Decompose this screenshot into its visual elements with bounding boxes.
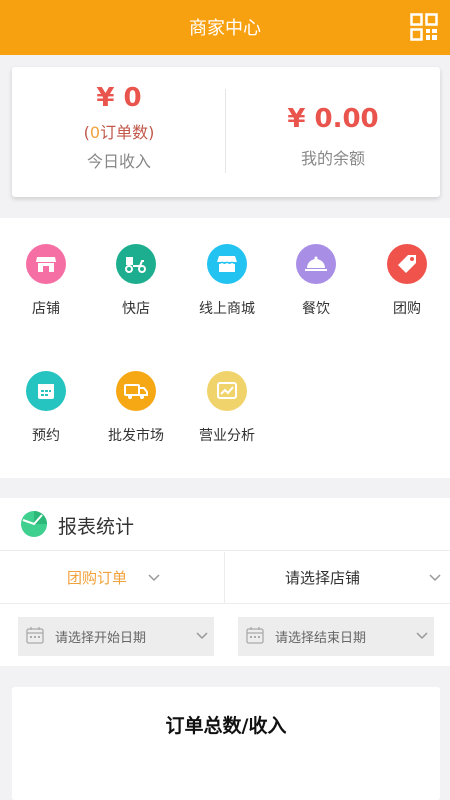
grid-label: 预约 [32,428,60,444]
grid-label: 营业分析 [199,428,255,444]
today-income[interactable]: ¥ 0 (0订单数) 今日收入 [12,67,226,197]
truck-icon [116,371,156,411]
order-income-chart-card: 订单总数/收入 [12,687,440,800]
my-balance[interactable]: ¥ 0.00 我的余额 [226,67,440,197]
grid-label: 线上商城 [199,301,255,317]
grid-label: 店铺 [32,301,60,317]
today-income-label: 今日收入 [86,152,151,171]
balance-amount: ¥ 0.00 [287,104,379,134]
end-date-placeholder: 请选择结束日期 [275,631,367,646]
order-count-value: 0 [89,123,101,142]
today-income-amount: ¥ 0 [96,83,142,113]
page-title: 商家中心 [189,18,261,39]
start-date-placeholder: 请选择开始日期 [55,631,147,646]
pie-chart-icon [21,511,47,537]
calendar-icon [246,627,264,644]
start-date-picker[interactable]: 请选择开始日期 [18,617,214,656]
grid-item-business-analysis[interactable]: 营业分析 [182,371,272,445]
end-date-picker[interactable]: 请选择结束日期 [238,617,434,656]
report-header: 报表统计 [0,498,450,551]
delivery-bike-icon [116,244,156,284]
income-summary-card: ¥ 0 (0订单数) 今日收入 ¥ 0.00 我的余额 [12,67,440,197]
store-icon [26,244,66,284]
grid-item-wholesale[interactable]: 批发市场 [91,371,181,445]
grid-label: 团购 [393,301,421,317]
order-type-value: 团购订单 [67,569,128,587]
report-title: 报表统计 [58,516,135,538]
store-select[interactable]: 请选择店铺 [226,552,450,603]
function-grid: 店铺 快店 线上商城 餐饮 团购 预约 批发市场 营业分析 [0,218,450,478]
balance-label: 我的余额 [300,149,365,168]
chevron-down-icon [416,632,428,640]
chevron-down-icon [148,574,160,582]
chevron-down-icon [429,574,441,582]
app-header: 商家中心 [0,0,450,55]
grid-item-group-buy[interactable]: 团购 [362,244,450,318]
dish-cloche-icon [296,244,336,284]
analytics-chart-icon [207,371,247,411]
report-filter-row: 团购订单 请选择店铺 [0,552,450,604]
grid-label: 餐饮 [302,301,330,317]
online-shop-icon [207,244,247,284]
chevron-down-icon [196,632,208,640]
order-count: (0订单数) [83,123,155,142]
grid-label: 快店 [122,301,150,317]
chart-title: 订单总数/收入 [165,715,287,737]
tag-icon [387,244,427,284]
grid-label: 批发市场 [108,428,164,444]
grid-item-store[interactable]: 店铺 [1,244,91,318]
grid-item-catering[interactable]: 餐饮 [271,244,361,318]
grid-item-quick-store[interactable]: 快店 [91,244,181,318]
calendar-icon [26,627,44,644]
grid-item-appointment[interactable]: 预约 [1,371,91,445]
order-type-select[interactable]: 团购订单 [0,552,225,603]
store-select-placeholder: 请选择店铺 [285,569,361,587]
calendar-icon [26,371,66,411]
grid-item-online-mall[interactable]: 线上商城 [182,244,272,318]
qr-code-icon[interactable] [410,13,438,41]
